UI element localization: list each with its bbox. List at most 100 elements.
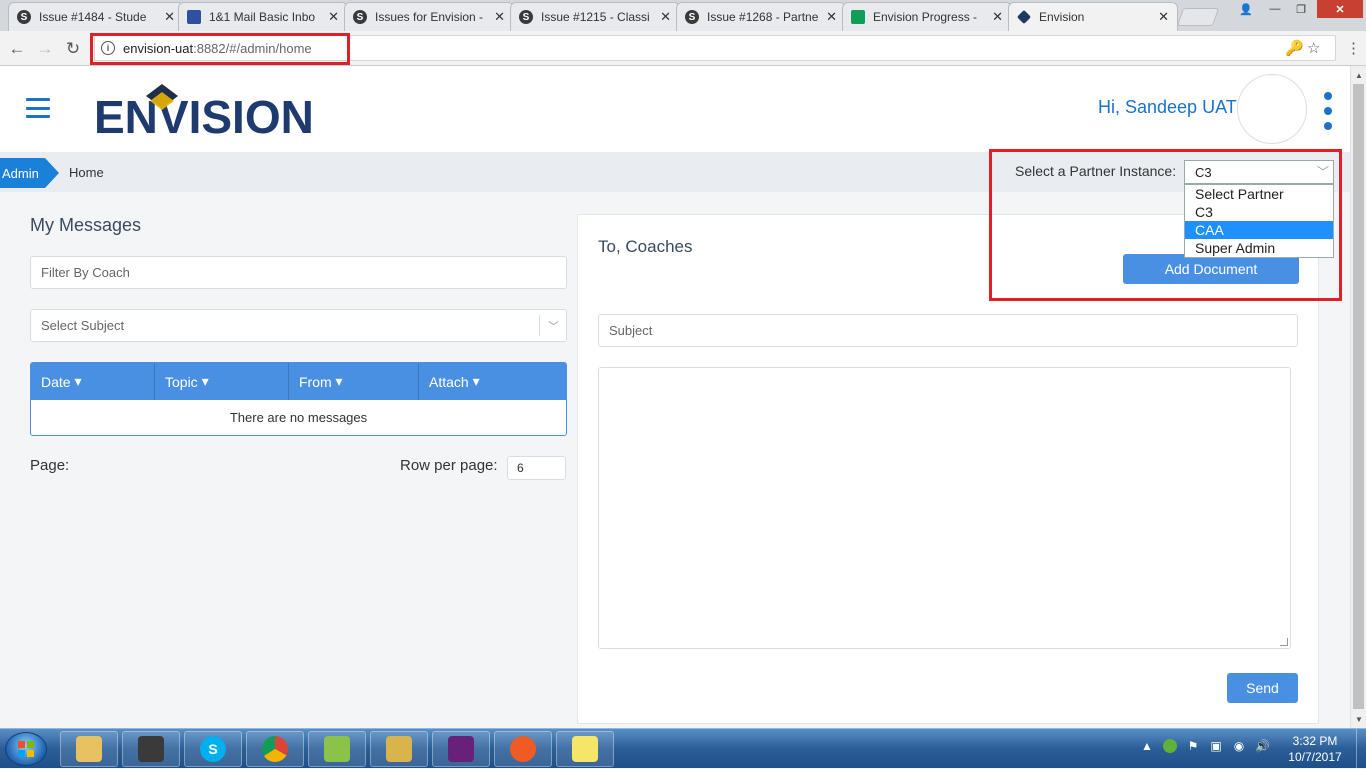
skype-icon: S [200,736,226,762]
resize-handle-icon[interactable] [1280,638,1288,646]
new-tab-button[interactable] [1176,8,1220,26]
subject-input[interactable]: Subject [598,314,1298,347]
taskbar-tools[interactable] [370,731,428,767]
browser-tab-strip: S Issue #1484 - Stude ✕ 1&1 Mail Basic I… [0,0,1366,31]
tab-title: Envision [1039,10,1085,24]
envision-logo: ENVISION [94,84,314,138]
taskbar-chrome[interactable] [246,731,304,767]
partner-highlight-annotation [989,149,1342,301]
close-window-button[interactable]: ✕ [1317,0,1363,18]
taskbar-camera-app[interactable] [122,731,180,767]
user-profile-icon[interactable]: 👤 [1235,0,1257,18]
rows-per-page-label: Row per page: [400,457,498,474]
taskbar-visual-studio[interactable] [432,731,490,767]
taskbar-postman[interactable] [494,731,552,767]
select-subject-dropdown[interactable]: Select Subject ﹀ [30,309,567,342]
tab-title: Issue #1215 - Classi [541,10,650,24]
more-options-icon[interactable] [1323,92,1333,130]
filter-placeholder: Filter By Coach [41,265,130,280]
sheets-icon [851,10,865,24]
browser-tab[interactable]: S Issue #1215 - Classi ✕ [510,2,680,31]
browser-tab[interactable]: S Issues for Envision - ✕ [344,2,514,31]
windows-logo-icon [18,741,34,757]
close-tab-icon[interactable]: ✕ [826,9,837,25]
tab-title: Issues for Envision - [375,10,484,24]
forward-arrow-icon[interactable]: → [34,38,56,60]
start-button[interactable] [5,732,47,766]
camera-icon [138,736,164,762]
avatar[interactable] [1237,74,1307,144]
taskbar-notepadpp[interactable] [308,731,366,767]
filter-by-coach-input[interactable]: Filter By Coach [30,256,567,289]
taskbar-clock[interactable]: 3:32 PM 10/7/2017 [1283,733,1347,765]
column-header-from[interactable]: From ▾ [289,363,419,400]
show-hidden-icons-icon[interactable]: ▲ [1140,739,1154,753]
network-icon[interactable]: ▣ [1209,739,1223,753]
scrollbar-thumb[interactable] [1353,84,1364,709]
rows-per-page-input[interactable]: 6 [507,456,566,480]
envision-icon [1016,9,1032,25]
back-arrow-icon[interactable]: ← [6,38,28,60]
s-icon: S [519,10,533,24]
action-center-flag-icon[interactable]: ⚑ [1186,739,1200,753]
scroll-down-icon[interactable]: ▼ [1351,712,1366,726]
message-body-textarea[interactable] [598,367,1291,649]
tab-title: 1&1 Mail Basic Inbo [209,10,316,24]
visual-studio-icon [448,736,474,762]
reload-icon[interactable]: ↻ [62,38,84,60]
s-icon: S [353,10,367,24]
subject-placeholder: Subject [609,323,653,338]
page-scrollbar[interactable]: ▲ ▼ [1350,66,1366,728]
taskbar-skype[interactable]: S [184,731,242,767]
logo-text: ENVISION [94,91,314,138]
browser-tab[interactable]: 1&1 Mail Basic Inbo ✕ [178,2,348,31]
postman-icon [510,736,536,762]
browser-tab[interactable]: S Issue #1268 - Partne ✕ [676,2,846,31]
tab-title: Envision Progress - [873,10,978,24]
hamburger-menu-icon[interactable] [26,98,50,118]
close-tab-icon[interactable]: ✕ [1158,9,1169,25]
breadcrumb-admin[interactable]: Admin [0,158,59,188]
volume-icon[interactable]: 🔊 [1255,739,1270,753]
close-tab-icon[interactable]: ✕ [164,9,175,25]
messages-table: Date ▾ Topic ▾ From ▾ Attach ▾ There are… [30,362,567,436]
show-desktop-button[interactable] [1356,729,1366,769]
security-shield-icon[interactable] [1163,739,1177,753]
close-tab-icon[interactable]: ✕ [328,9,339,25]
folder-icon [76,736,102,762]
close-tab-icon[interactable]: ✕ [494,9,505,25]
browser-tab-active[interactable]: Envision ✕ [1008,2,1178,31]
windows-taskbar: S ▲ ⚑ ▣ ◉ 🔊 3:32 PM 10/7/2017 [0,728,1366,769]
s-icon: S [685,10,699,24]
taskbar-sticky-notes[interactable] [556,731,614,767]
send-button[interactable]: Send [1227,673,1298,703]
mail-icon [187,10,201,24]
browser-tab[interactable]: Envision Progress - ✕ [842,2,1012,31]
system-tray: ▲ ⚑ ▣ ◉ 🔊 [1140,739,1270,753]
app-header: ENVISION Hi, Sandeep UAT [0,66,1350,152]
url-highlight-annotation [90,33,350,65]
sync-icon[interactable]: ◉ [1232,739,1246,753]
tools-icon [386,736,412,762]
select-subject-placeholder: Select Subject [41,318,125,333]
star-icon[interactable]: ☆ [1307,39,1320,57]
column-header-topic[interactable]: Topic ▾ [155,363,289,400]
notepad-icon [324,736,350,762]
maximize-button[interactable]: ❐ [1288,0,1314,18]
browser-menu-icon[interactable]: ⋮ [1346,39,1361,57]
minimize-button[interactable]: — [1262,0,1288,18]
my-messages-title: My Messages [30,215,142,235]
column-header-attach[interactable]: Attach ▾ [419,363,566,400]
column-header-date[interactable]: Date ▾ [31,363,155,400]
compose-recipient-title: To, Coaches [598,237,693,256]
sticky-notes-icon [572,736,598,762]
scroll-up-icon[interactable]: ▲ [1351,68,1366,82]
tab-title: Issue #1484 - Stude [39,10,147,24]
key-icon[interactable]: 🔑 [1285,39,1304,57]
close-tab-icon[interactable]: ✕ [660,9,671,25]
taskbar-explorer[interactable] [60,731,118,767]
empty-state-text: There are no messages [229,410,368,425]
browser-tab[interactable]: S Issue #1484 - Stude ✕ [8,2,184,31]
clock-time: 3:32 PM [1292,734,1338,748]
close-tab-icon[interactable]: ✕ [992,9,1003,25]
